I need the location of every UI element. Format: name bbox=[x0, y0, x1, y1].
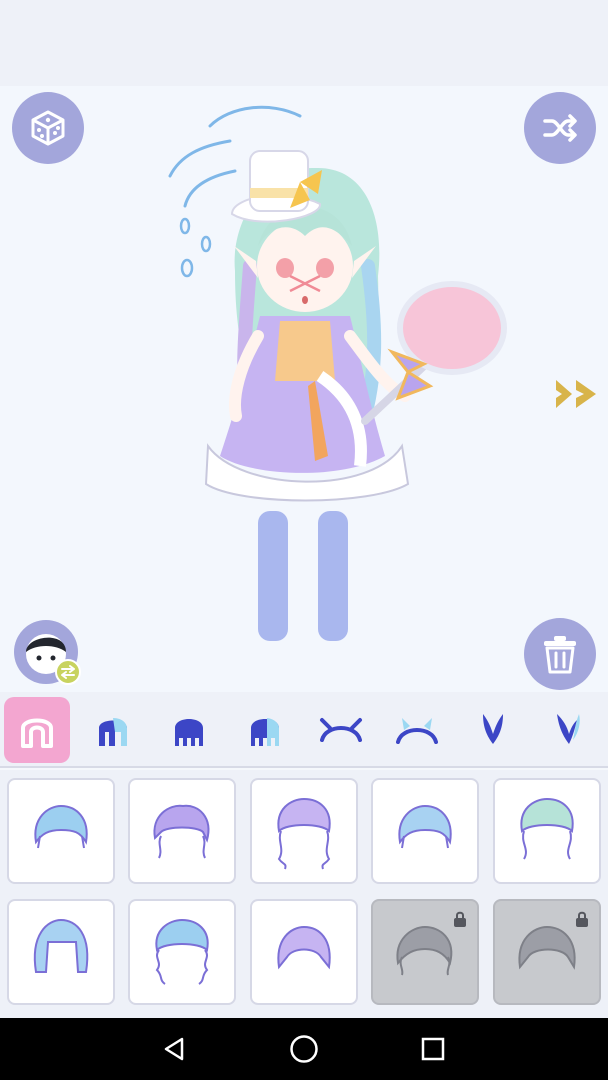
lock-icon bbox=[576, 911, 588, 927]
hair-thumbnail-icon bbox=[33, 918, 89, 973]
hair-side-icon bbox=[251, 718, 279, 746]
hair-thumbnail-icon bbox=[398, 804, 452, 849]
hair-item-5[interactable] bbox=[493, 778, 601, 884]
shuffle-button[interactable] bbox=[524, 92, 596, 164]
tab-horn-headband[interactable] bbox=[384, 697, 450, 763]
back-button[interactable] bbox=[155, 1029, 195, 1069]
top-banner-area bbox=[0, 0, 608, 86]
home-icon bbox=[290, 1035, 318, 1063]
lock-icon bbox=[454, 911, 466, 927]
face-swap-icon bbox=[14, 620, 81, 685]
face-swap-button[interactable] bbox=[12, 618, 84, 690]
hair-item-7[interactable] bbox=[128, 899, 236, 1005]
hair-thumbnail-icon bbox=[34, 804, 88, 849]
hair-item-1[interactable] bbox=[7, 778, 115, 884]
bunny-ears-icon bbox=[483, 714, 503, 744]
hair-item-2[interactable] bbox=[128, 778, 236, 884]
category-bar bbox=[0, 692, 608, 768]
hair-thumbnail-icon bbox=[396, 925, 453, 976]
delete-button[interactable] bbox=[524, 618, 596, 690]
tab-bunny-ears[interactable] bbox=[460, 697, 526, 763]
bunny-ears-alt-icon bbox=[557, 714, 580, 744]
hair-thumbnail-icon bbox=[277, 925, 331, 970]
hair-thumbnail-icon bbox=[520, 797, 574, 860]
hair-item-3[interactable] bbox=[250, 778, 358, 884]
hair-back-icon bbox=[175, 719, 203, 746]
double-chevron-right-icon[interactable] bbox=[552, 376, 600, 412]
hair-thumbnail-icon bbox=[155, 918, 209, 985]
hair-front-icon bbox=[99, 718, 127, 746]
trash-icon bbox=[544, 636, 576, 674]
hair-full-icon bbox=[21, 718, 53, 748]
hair-thumbnail-icon bbox=[277, 797, 331, 870]
hair-item-4[interactable] bbox=[371, 778, 479, 884]
hair-item-6[interactable] bbox=[7, 899, 115, 1005]
hair-thumbnail-icon bbox=[518, 925, 576, 970]
tab-headband[interactable] bbox=[308, 697, 374, 763]
hair-thumbnail-icon bbox=[153, 804, 210, 859]
dice-icon bbox=[31, 110, 65, 146]
system-navigation-bar bbox=[0, 1018, 608, 1080]
horn-headband-icon bbox=[396, 718, 438, 744]
hair-item-9-locked[interactable] bbox=[371, 899, 479, 1005]
home-button[interactable] bbox=[284, 1029, 324, 1069]
back-icon bbox=[164, 1037, 183, 1061]
recents-icon bbox=[422, 1037, 445, 1061]
headband-icon bbox=[320, 718, 362, 742]
tab-hair-back[interactable] bbox=[156, 697, 222, 763]
tab-hair-side[interactable] bbox=[232, 697, 298, 763]
tab-bunny-ears-alt[interactable] bbox=[536, 697, 602, 763]
recents-button[interactable] bbox=[413, 1029, 453, 1069]
shuffle-icon bbox=[543, 114, 577, 142]
character-preview bbox=[168, 105, 507, 641]
hair-item-8[interactable] bbox=[250, 899, 358, 1005]
tab-hair-full[interactable] bbox=[4, 697, 70, 763]
hair-item-10-locked[interactable] bbox=[493, 899, 601, 1005]
random-dice-button[interactable] bbox=[12, 92, 84, 164]
tab-hair-front[interactable] bbox=[80, 697, 146, 763]
hair-item-grid bbox=[0, 770, 608, 1018]
